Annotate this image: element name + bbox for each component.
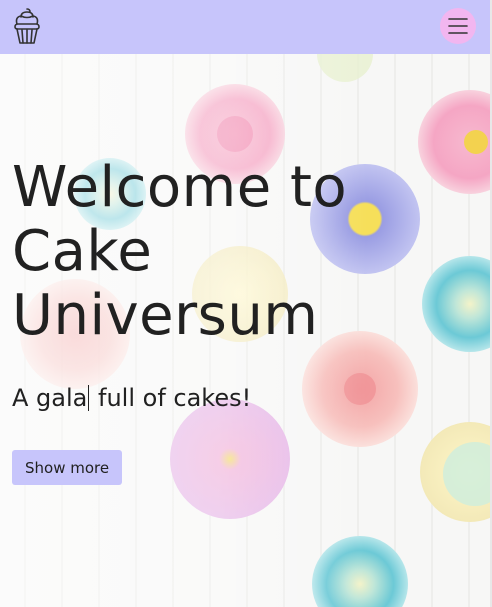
hamburger-menu-icon (448, 18, 468, 34)
hero-section: Welcome to Cake Universum A gala full of c… (0, 54, 490, 607)
hero-title-line-3: Universum (12, 283, 319, 348)
hero-title-line-1: Welcome to (12, 155, 348, 220)
hero-subtitle: A gala full of cakes! (12, 380, 251, 416)
cupcake-icon[interactable] (11, 7, 43, 45)
hero-subtitle-start: A gala (12, 384, 88, 412)
show-more-button[interactable]: Show more (12, 450, 123, 485)
hero-title-line-2: Cake (12, 219, 153, 284)
menu-toggle-button[interactable] (440, 8, 476, 44)
hero-subtitle-end: full of cakes! (90, 384, 252, 412)
top-nav-bar (0, 0, 490, 54)
hero-title: Welcome to Cake Universum (12, 156, 372, 348)
